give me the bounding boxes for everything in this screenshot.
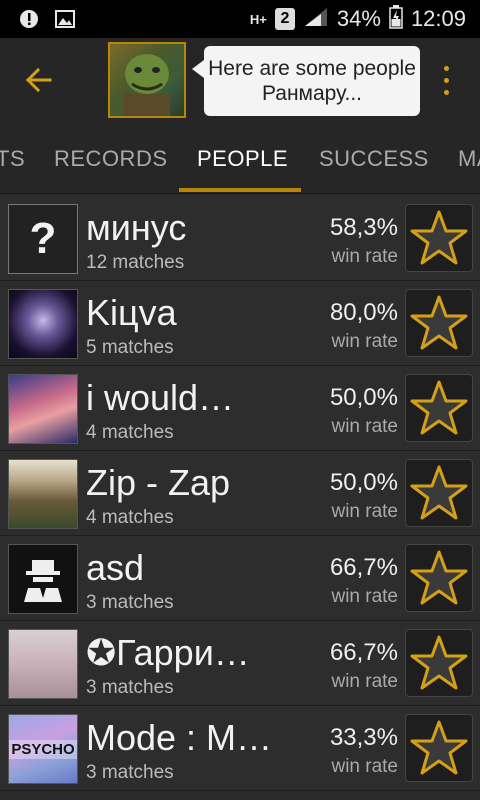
player-name: ✪Гарри…: [86, 633, 250, 673]
tab-bar: TS RECORDS PEOPLE SUCCESS MA: [0, 122, 480, 194]
avatar: [8, 374, 78, 444]
menu-dot-icon: [443, 89, 449, 95]
avatar: [8, 289, 78, 359]
list-item[interactable]: i would… 4 matches 50,0% win rate: [0, 366, 480, 451]
match-count: 5 matches: [86, 337, 174, 358]
win-rate-value: 50,0%: [329, 469, 398, 496]
star-icon: [410, 380, 468, 435]
favorite-star-button[interactable]: [405, 374, 473, 442]
win-rate-label: win rate: [331, 331, 398, 352]
list-item[interactable]: asd 3 matches 66,7% win rate: [0, 536, 480, 621]
match-count: 12 matches: [86, 252, 185, 273]
battery-percent: 34%: [336, 6, 381, 31]
star-icon: [410, 720, 468, 775]
favorite-star-button[interactable]: [405, 459, 473, 527]
image-icon: [54, 8, 76, 30]
match-count: 4 matches: [86, 422, 174, 443]
avatar: [8, 629, 78, 699]
battery-icon: [389, 4, 403, 34]
tab-people[interactable]: PEOPLE: [197, 146, 288, 172]
favorite-star-button[interactable]: [405, 544, 473, 612]
favorite-star-button[interactable]: [405, 289, 473, 357]
list-item[interactable]: PSYCHO Mode : M… 3 matches 33,3% win rat…: [0, 706, 480, 791]
star-icon: [410, 465, 468, 520]
back-button[interactable]: [18, 60, 58, 100]
overflow-menu-button[interactable]: [436, 62, 456, 98]
alert-icon: [18, 8, 40, 30]
sim-badge: 2: [274, 8, 295, 30]
hero-avatar: [108, 42, 186, 118]
win-rate-value: 66,7%: [329, 554, 398, 581]
avatar: [8, 544, 78, 614]
win-rate-label: win rate: [331, 416, 398, 437]
win-rate-value: 66,7%: [329, 639, 398, 666]
list-item[interactable]: Kiцva 5 matches 80,0% win rate: [0, 281, 480, 366]
network-type: H+: [249, 11, 267, 27]
player-name: asd: [86, 548, 145, 588]
win-rate-label: win rate: [331, 246, 398, 267]
active-tab-indicator: [179, 188, 301, 192]
win-rate-value: 80,0%: [329, 299, 398, 326]
favorite-star-button[interactable]: [405, 629, 473, 697]
list-item[interactable]: ? минус 12 matches 58,3% win rate: [0, 196, 480, 281]
status-bar: H+ 2 34% 12:09: [0, 0, 480, 38]
player-name: Mode : M…: [86, 718, 273, 758]
win-rate-label: win rate: [331, 756, 398, 777]
player-name: Kiцva: [86, 293, 177, 333]
tab-stats[interactable]: TS: [0, 146, 25, 172]
avatar: PSYCHO: [8, 714, 78, 784]
player-name: i would…: [86, 378, 235, 418]
star-icon: [410, 295, 468, 350]
win-rate-value: 58,3%: [329, 214, 398, 241]
avatar-label: PSYCHO: [9, 739, 77, 759]
star-icon: [410, 635, 468, 690]
match-count: 4 matches: [86, 507, 174, 528]
favorite-star-button[interactable]: [405, 204, 473, 272]
win-rate-label: win rate: [331, 586, 398, 607]
menu-dot-icon: [443, 65, 449, 71]
win-rate-label: win rate: [331, 671, 398, 692]
match-count: 3 matches: [86, 677, 174, 698]
back-arrow-icon: [25, 67, 52, 93]
hat-man-icon: [24, 560, 62, 602]
menu-dot-icon: [443, 77, 449, 83]
tab-records[interactable]: RECORDS: [54, 146, 168, 172]
match-count: 3 matches: [86, 762, 174, 783]
player-name: Zip - Zap: [86, 463, 231, 503]
match-count: 3 matches: [86, 592, 174, 613]
speech-bubble: Here are some people Ранмару...: [192, 46, 420, 116]
player-name: минус: [86, 208, 187, 248]
signal-icon: [303, 6, 329, 33]
clock: 12:09: [410, 6, 466, 31]
list-item[interactable]: ✪Гарри… 3 matches 66,7% win rate: [0, 621, 480, 706]
tab-matches[interactable]: MA: [458, 146, 480, 172]
avatar: ?: [8, 204, 78, 274]
tab-success[interactable]: SUCCESS: [319, 146, 429, 172]
win-rate-label: win rate: [331, 501, 398, 522]
avatar: [8, 459, 78, 529]
app-bar: Here are some people Ранмару...: [0, 38, 480, 122]
win-rate-value: 50,0%: [329, 384, 398, 411]
star-icon: [410, 550, 468, 605]
favorite-star-button[interactable]: [405, 714, 473, 782]
list-item[interactable]: Zip - Zap 4 matches 50,0% win rate: [0, 451, 480, 536]
star-icon: [410, 210, 468, 265]
win-rate-value: 33,3%: [329, 724, 398, 751]
